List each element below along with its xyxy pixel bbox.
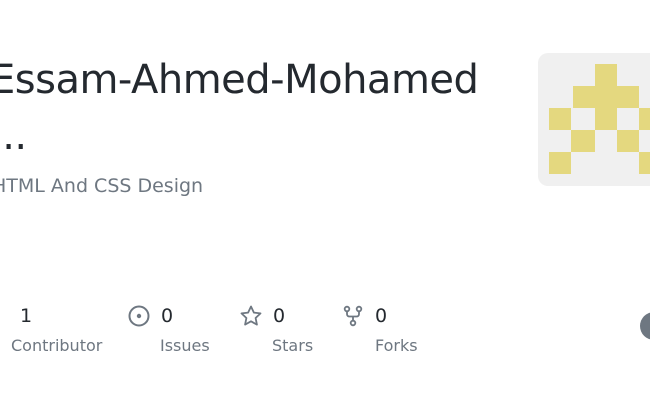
- people-icon: [0, 304, 10, 328]
- stat-issues[interactable]: 0 Issues: [127, 300, 210, 355]
- stat-contributors-value: 1: [20, 305, 33, 327]
- stat-stars-value: 0: [273, 305, 286, 327]
- repo-description: HTML And CSS Design: [0, 175, 204, 197]
- fork-icon: [343, 305, 363, 327]
- stat-stars[interactable]: 0 Stars: [239, 300, 313, 355]
- star-icon: [240, 305, 262, 326]
- repo-title: Essam-Ahmed-Mohamed ...: [0, 52, 490, 164]
- stat-contributors-label: Contributor: [11, 336, 103, 355]
- issue-icon: [128, 305, 150, 327]
- repo-title-line2: ...: [0, 113, 27, 159]
- stat-forks-value: 0: [375, 305, 388, 327]
- stat-contributors[interactable]: 1 Contributor: [0, 300, 102, 355]
- stat-forks-label: Forks: [375, 336, 418, 355]
- stat-issues-label: Issues: [160, 336, 210, 355]
- repo-title-line1: Essam-Ahmed-Mohamed: [0, 57, 479, 103]
- repo-stats: 1 Contributor 0 Issues 0 Stars 0 Forks: [0, 300, 650, 370]
- identicon-pattern-icon: [549, 64, 650, 174]
- identicon-avatar: [538, 53, 650, 186]
- stat-forks[interactable]: 0 Forks: [341, 300, 418, 355]
- stat-issues-value: 0: [161, 305, 174, 327]
- stat-stars-label: Stars: [272, 336, 314, 355]
